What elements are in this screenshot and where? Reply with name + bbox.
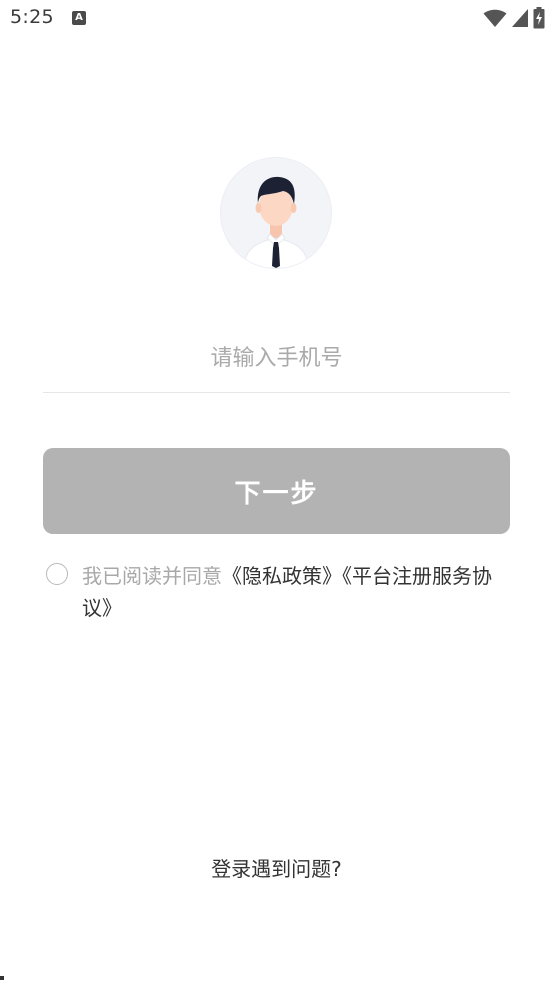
agreement-text: 我已阅读并同意《隐私政策》《平台注册服务协议》 [82, 560, 512, 624]
login-help-link[interactable]: 登录遇到问题? [0, 853, 553, 882]
phone-field [43, 330, 510, 393]
agreement-prefix: 我已阅读并同意 [82, 564, 222, 588]
agree-checkbox[interactable] [46, 563, 68, 585]
status-icons [483, 7, 545, 29]
wifi-icon [483, 8, 507, 28]
battery-charging-icon [533, 7, 545, 29]
status-bar: 5:25 A [0, 0, 553, 38]
next-step-button[interactable]: 下一步 [43, 448, 510, 534]
signal-icon [511, 8, 529, 28]
user-avatar-icon [221, 158, 331, 268]
corner-mark [0, 976, 4, 980]
phone-input[interactable] [43, 330, 510, 386]
notification-a-icon: A [72, 11, 86, 25]
privacy-policy-link[interactable]: 《隐私政策》 [222, 564, 342, 588]
status-time: 5:25 [10, 6, 54, 28]
